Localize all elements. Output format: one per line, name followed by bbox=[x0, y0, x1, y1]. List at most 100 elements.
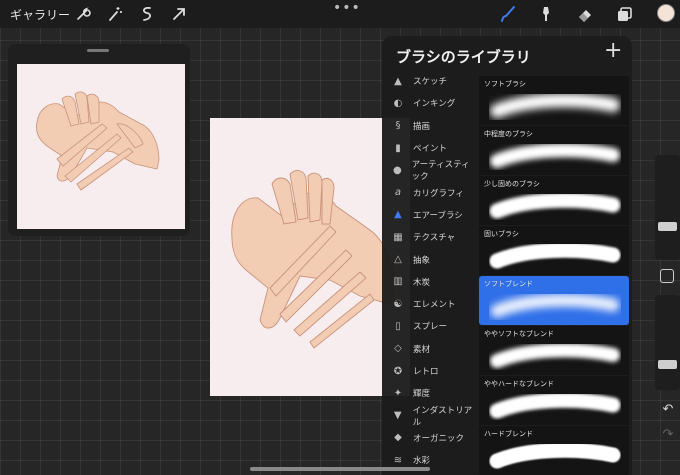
opacity-slider[interactable] bbox=[655, 295, 680, 390]
set-item-artistic[interactable]: ● アーティスティック bbox=[382, 159, 478, 183]
more-options-button[interactable]: ••• bbox=[333, 0, 361, 16]
drawing-canvas[interactable] bbox=[210, 118, 410, 396]
brush-name: 中程度のブラシ bbox=[484, 130, 533, 138]
set-item-charcoal[interactable]: ▥ 木炭 bbox=[382, 271, 478, 293]
set-item-sketch[interactable]: ▲ スケッチ bbox=[382, 70, 478, 92]
reference-window[interactable] bbox=[8, 44, 190, 236]
pencil-tip-icon: ▲ bbox=[394, 75, 402, 87]
color-picker-button[interactable] bbox=[657, 4, 675, 22]
brush-name: ソフトブラシ bbox=[484, 80, 526, 88]
brush-stroke-preview bbox=[489, 94, 621, 120]
airbrush-icon: ▲ bbox=[394, 209, 402, 221]
set-item-calligraphy[interactable]: a カリグラフィ bbox=[382, 181, 478, 203]
brush-name: ハードブレンド bbox=[484, 430, 533, 438]
magic-wand-icon[interactable] bbox=[105, 4, 125, 24]
set-label: 輝度 bbox=[413, 389, 431, 400]
brush-item-soft-brush[interactable]: ソフトブラシ bbox=[479, 76, 629, 125]
retro-star-icon: ✪ bbox=[393, 365, 403, 377]
anvil-icon: ▼ bbox=[393, 410, 402, 422]
brush-size-thumb[interactable] bbox=[658, 222, 677, 232]
set-item-texture[interactable]: ▦ テクスチャ bbox=[382, 226, 478, 248]
brush-stroke-preview bbox=[489, 144, 621, 170]
brush-name: ややソフトなブレンド bbox=[484, 330, 554, 338]
set-label: インダストリアル bbox=[412, 405, 473, 428]
set-label: 木炭 bbox=[413, 277, 431, 288]
brush-item-soft-blend[interactable]: ソフトブレンド bbox=[479, 276, 629, 325]
undo-button[interactable]: ↶ bbox=[660, 402, 676, 418]
brush-list: ソフトブラシ 中程度のブラシ 少し固めのブラシ 固いブラシ ソフトブレンド やや… bbox=[479, 76, 629, 475]
smudge-icon[interactable] bbox=[536, 4, 556, 24]
opacity-thumb[interactable] bbox=[658, 359, 677, 369]
side-controls: ↶ ↷ bbox=[655, 155, 680, 445]
set-item-painting[interactable]: ▮ ペイント bbox=[382, 137, 478, 159]
cube-icon: ◇ bbox=[394, 343, 402, 355]
set-label: ペイント bbox=[413, 144, 448, 155]
texture-icon: ▦ bbox=[393, 231, 403, 243]
brush-stroke-preview bbox=[489, 344, 621, 370]
set-item-spray[interactable]: ▯ スプレー bbox=[382, 315, 478, 337]
brush-item-medium-brush[interactable]: 中程度のブラシ bbox=[479, 126, 629, 175]
redo-button[interactable]: ↷ bbox=[660, 427, 676, 443]
set-item-drawing[interactable]: § 描画 bbox=[382, 115, 478, 137]
set-item-industrial[interactable]: ▼ インダストリアル bbox=[382, 404, 478, 428]
set-item-retro[interactable]: ✪ レトロ bbox=[382, 360, 478, 382]
selection-icon[interactable] bbox=[137, 4, 157, 24]
water-wave-icon: ≋ bbox=[393, 454, 403, 466]
reference-image bbox=[17, 64, 185, 229]
brush-name: ややハードなブレンド bbox=[484, 380, 554, 388]
set-item-inking[interactable]: ◐ インキング bbox=[382, 92, 478, 114]
brush-name: ソフトブレンド bbox=[484, 280, 533, 288]
modify-button[interactable] bbox=[660, 269, 674, 283]
set-label: インキング bbox=[413, 99, 456, 110]
eraser-icon[interactable] bbox=[575, 4, 595, 24]
set-item-luminance[interactable]: ✦ 輝度 bbox=[382, 382, 478, 404]
charcoal-icon: ▥ bbox=[393, 276, 403, 288]
add-brush-button[interactable]: + bbox=[604, 40, 622, 62]
leaf-icon: ◆ bbox=[394, 432, 402, 444]
home-indicator bbox=[250, 467, 430, 471]
brush-size-slider[interactable] bbox=[655, 155, 680, 260]
brush-library-panel: ブラシのライブラリ + ▲ スケッチ ◐ インキング § 描画 ▮ ペイント ●… bbox=[382, 36, 632, 475]
brush-icon[interactable] bbox=[498, 4, 518, 24]
set-label: カリグラフィ bbox=[413, 188, 464, 199]
brush-stroke-preview bbox=[489, 244, 621, 270]
set-label: レトロ bbox=[413, 367, 439, 377]
set-label: 素材 bbox=[413, 344, 431, 355]
reference-drag-handle[interactable] bbox=[87, 49, 109, 52]
squiggle-icon: § bbox=[395, 120, 401, 132]
brush-name: 固いブラシ bbox=[484, 230, 519, 238]
spray-can-icon: ▯ bbox=[395, 320, 401, 332]
set-label: スプレー bbox=[413, 322, 448, 333]
brush-item-slightly-soft-blend[interactable]: ややソフトなブレンド bbox=[479, 326, 629, 375]
set-label: エアーブラシ bbox=[413, 210, 463, 221]
set-item-elements[interactable]: ☯ エレメント bbox=[382, 293, 478, 315]
brush-item-hard-brush[interactable]: 固いブラシ bbox=[479, 226, 629, 275]
palette-icon: ● bbox=[392, 164, 402, 176]
brush-stroke-preview bbox=[489, 444, 621, 470]
set-label: エレメント bbox=[413, 300, 456, 311]
wrench-icon[interactable] bbox=[73, 4, 93, 24]
set-label: 描画 bbox=[413, 121, 431, 132]
sparkle-icon: ✦ bbox=[393, 387, 403, 399]
calligraphy-icon: a bbox=[394, 187, 402, 199]
ink-drop-icon: ◐ bbox=[393, 97, 403, 109]
brush-item-hard-blend[interactable]: ハードブレンド bbox=[479, 426, 629, 475]
set-item-organic[interactable]: ◆ オーガニック bbox=[382, 427, 478, 449]
brush-set-list: ▲ スケッチ ◐ インキング § 描画 ▮ ペイント ● アーティスティック a… bbox=[382, 70, 478, 471]
brush-stroke-preview bbox=[489, 194, 621, 220]
library-title: ブラシのライブラリ bbox=[396, 48, 531, 66]
set-item-materials[interactable]: ◇ 素材 bbox=[382, 338, 478, 360]
set-item-abstract[interactable]: △ 抽象 bbox=[382, 248, 478, 270]
set-item-airbrush[interactable]: ▲ エアーブラシ bbox=[382, 204, 478, 226]
gallery-button[interactable]: ギャラリー bbox=[10, 6, 70, 23]
transform-arrow-icon[interactable] bbox=[169, 4, 189, 24]
brush-item-slightly-hard-brush[interactable]: 少し固めのブラシ bbox=[479, 176, 629, 225]
set-label: アーティスティック bbox=[411, 160, 470, 183]
layers-icon[interactable] bbox=[615, 4, 635, 24]
set-label: テクスチャ bbox=[413, 233, 456, 244]
brush-stroke-preview bbox=[489, 394, 621, 420]
brush-item-slightly-hard-blend[interactable]: ややハードなブレンド bbox=[479, 376, 629, 425]
set-label: スケッチ bbox=[413, 77, 448, 88]
brush-name: 少し固めのブラシ bbox=[484, 180, 540, 188]
triangle-icon: △ bbox=[394, 254, 402, 266]
